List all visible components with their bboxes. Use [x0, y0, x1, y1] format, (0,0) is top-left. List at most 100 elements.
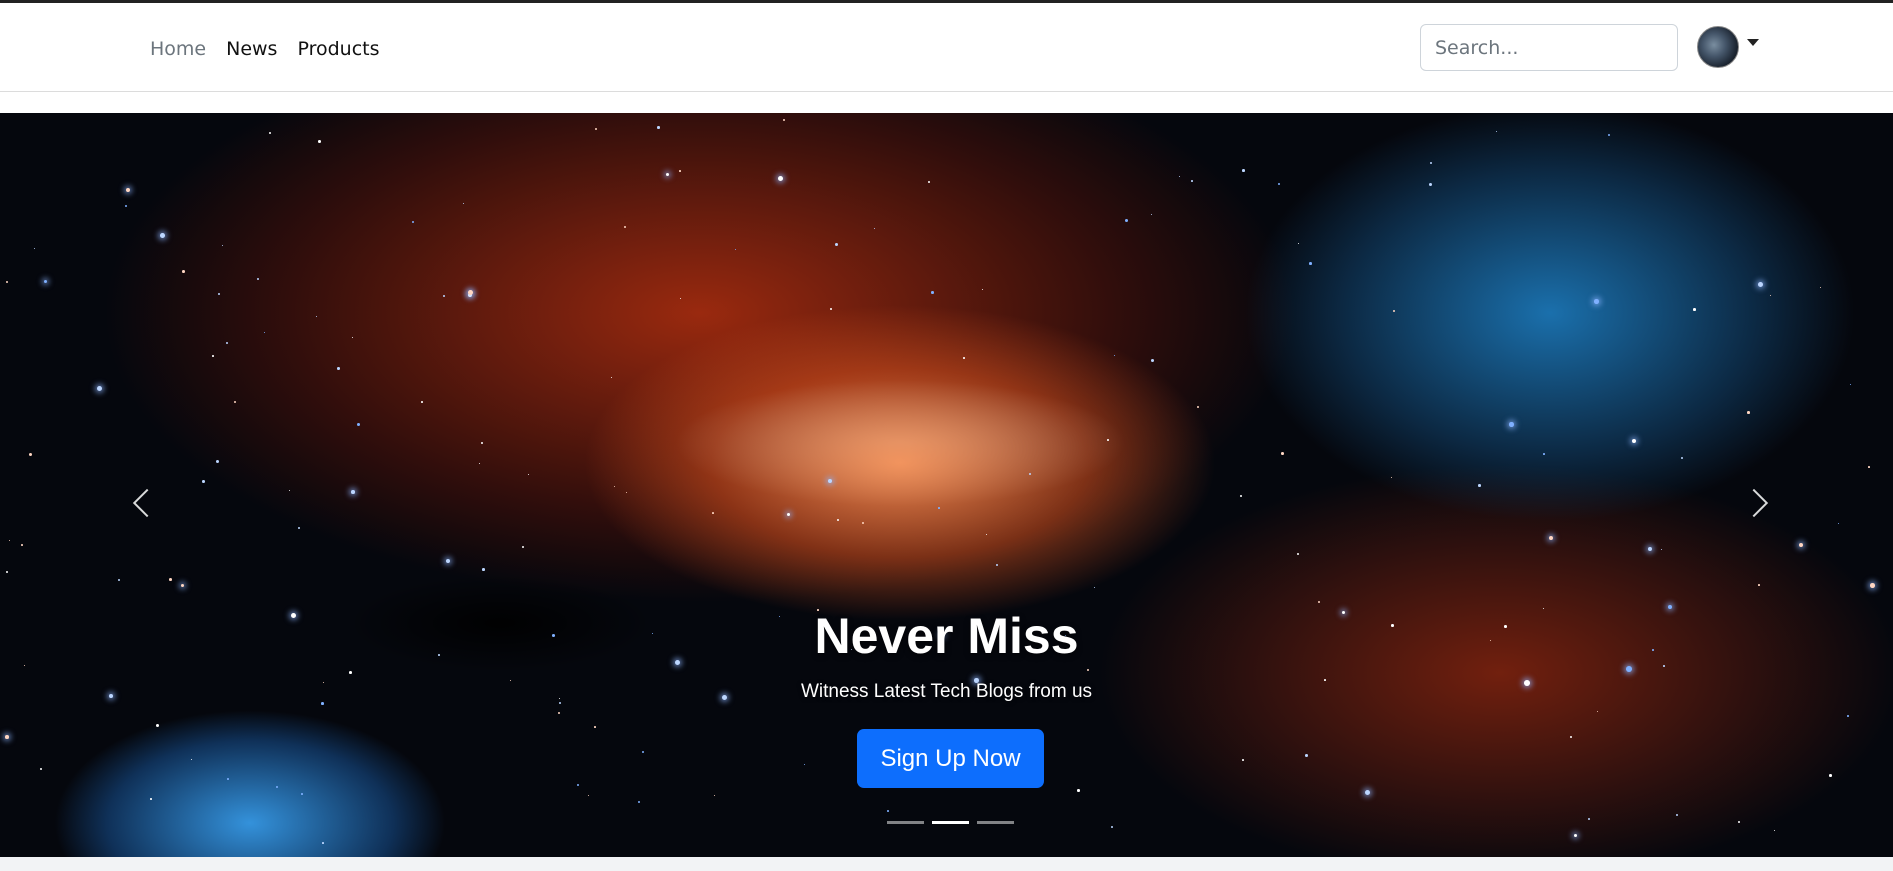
- star: [588, 795, 590, 797]
- star: [611, 377, 613, 379]
- star: [938, 507, 940, 509]
- star: [830, 308, 832, 310]
- star: [528, 474, 530, 476]
- star: [1608, 134, 1611, 137]
- star: [680, 298, 682, 300]
- carousel-indicator-3[interactable]: [977, 821, 1014, 824]
- star: [44, 280, 48, 284]
- search-input[interactable]: [1420, 24, 1678, 71]
- star: [887, 810, 889, 812]
- star: [1151, 214, 1153, 216]
- avatar-icon[interactable]: [1697, 26, 1739, 68]
- star: [479, 463, 481, 465]
- star: [931, 291, 934, 294]
- star: [349, 671, 352, 674]
- star: [1850, 384, 1852, 386]
- caret-down-icon[interactable]: [1747, 38, 1759, 46]
- star: [1391, 477, 1393, 479]
- star: [316, 316, 318, 318]
- nav-link-news[interactable]: News: [226, 38, 277, 60]
- star: [804, 764, 806, 766]
- star: [1125, 219, 1128, 222]
- star: [1393, 310, 1396, 313]
- star: [1197, 406, 1200, 409]
- star: [1847, 715, 1849, 717]
- star: [34, 248, 35, 249]
- sign-up-button[interactable]: Sign Up Now: [857, 729, 1044, 788]
- star: [191, 759, 193, 761]
- star: [150, 798, 152, 800]
- star: [1305, 754, 1308, 757]
- star: [463, 203, 465, 205]
- star: [657, 126, 660, 129]
- star: [227, 778, 229, 780]
- star: [337, 367, 340, 370]
- carousel-indicator-2[interactable]: [932, 821, 969, 824]
- star: [1298, 243, 1300, 245]
- nav-link-products[interactable]: Products: [297, 38, 379, 60]
- star: [1770, 295, 1772, 297]
- star: [1107, 439, 1109, 441]
- star: [202, 480, 205, 483]
- star: [1309, 262, 1312, 265]
- star: [1758, 584, 1760, 586]
- hero-title: Never Miss: [814, 608, 1079, 664]
- carousel-next-button[interactable]: [1728, 463, 1788, 543]
- star: [1626, 666, 1632, 672]
- star: [212, 355, 214, 357]
- carousel-indicator-1[interactable]: [887, 821, 924, 824]
- star: [1297, 553, 1300, 556]
- star: [1114, 355, 1116, 357]
- carousel-prev-button[interactable]: [113, 463, 173, 543]
- star: [1543, 453, 1545, 455]
- star: [276, 786, 279, 789]
- star: [624, 226, 627, 229]
- nav-link-home[interactable]: Home: [150, 38, 206, 60]
- star: [1478, 484, 1481, 487]
- star: [1278, 183, 1281, 186]
- star: [318, 140, 321, 143]
- star: [1870, 583, 1875, 588]
- star: [301, 793, 303, 795]
- star: [1087, 669, 1090, 672]
- star: [614, 486, 616, 488]
- star: [712, 512, 714, 514]
- star: [626, 492, 628, 494]
- star: [1663, 665, 1665, 667]
- star: [1594, 299, 1599, 304]
- star: [160, 233, 165, 238]
- star: [874, 228, 876, 230]
- star: [963, 357, 965, 359]
- star: [1509, 422, 1514, 427]
- star: [1799, 543, 1804, 548]
- star: [443, 295, 446, 298]
- star: [24, 665, 26, 667]
- star: [1242, 759, 1244, 761]
- star: [1077, 789, 1080, 792]
- star: [666, 173, 670, 177]
- star: [1868, 466, 1870, 468]
- star: [928, 181, 931, 184]
- page-bottom-strip: [0, 857, 1893, 871]
- star: [1632, 439, 1637, 444]
- star: [638, 801, 641, 804]
- star: [837, 519, 839, 521]
- star: [1693, 308, 1696, 311]
- star: [1365, 790, 1371, 796]
- star: [40, 768, 43, 771]
- star: [234, 401, 237, 404]
- star: [1681, 457, 1684, 460]
- star: [218, 293, 221, 296]
- star: [1111, 826, 1114, 829]
- star: [996, 564, 999, 567]
- star: [6, 571, 8, 573]
- star: [357, 423, 360, 426]
- star: [595, 128, 598, 131]
- profile-dropdown[interactable]: [1697, 26, 1759, 68]
- star: [264, 332, 266, 334]
- star: [642, 751, 645, 754]
- hero-subtitle: Witness Latest Tech Blogs from us: [800, 681, 1093, 702]
- star: [351, 490, 355, 494]
- star: [1676, 814, 1679, 817]
- star: [1758, 282, 1764, 288]
